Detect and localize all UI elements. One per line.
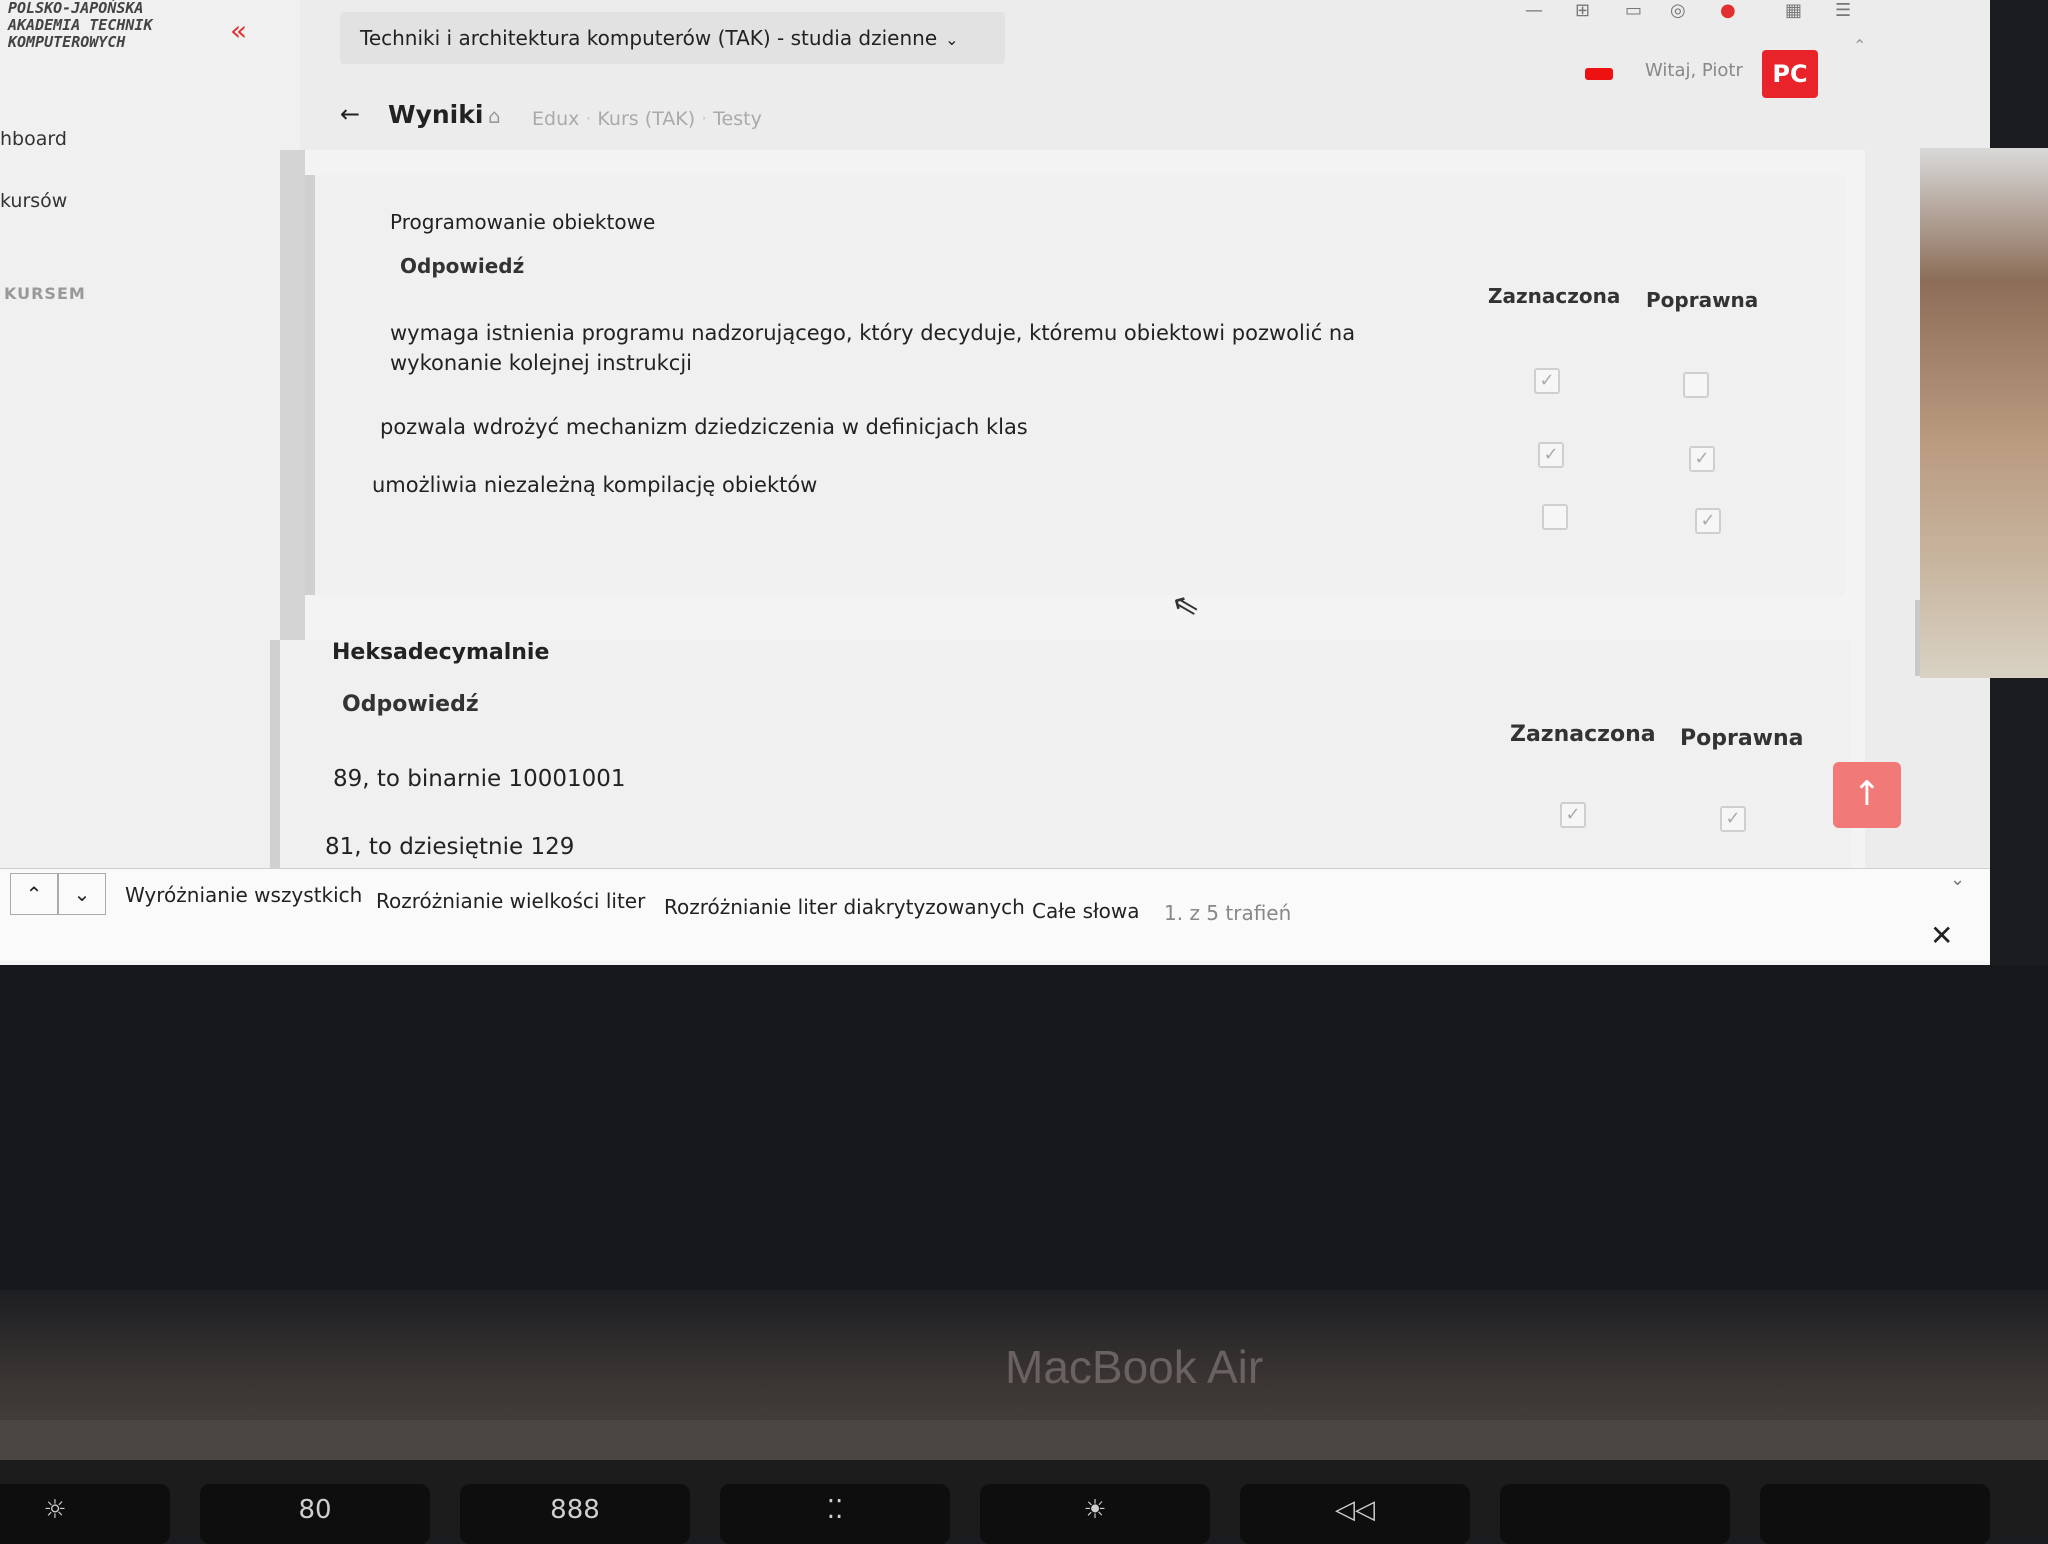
question-card (305, 175, 1845, 595)
answer-text: 89, to binarnie 10001001 (333, 766, 626, 792)
sidebar: POLSKO-JAPOŃSKA AKADEMIA TECHNIK KOMPUTE… (0, 0, 320, 880)
laptop-bezel (0, 965, 2048, 1295)
apps-grid-icon[interactable]: ▦ (1785, 0, 1802, 21)
sidebar-item-dashboard[interactable]: hboard (0, 128, 67, 150)
selected-checkbox: ✓ (1560, 802, 1586, 828)
keyboard-key (1760, 1484, 1990, 1544)
find-bar: ⌃ ⌄ Wyróżnianie wszystkich Rozróżnianie … (0, 868, 1990, 961)
course-select[interactable]: Techniki i architektura komputerów (TAK)… (340, 12, 1005, 64)
chevron-up-icon[interactable]: ⌃ (1853, 36, 1866, 55)
language-flag-icon[interactable] (1585, 68, 1613, 80)
tray-icon[interactable]: ◎ (1670, 0, 1686, 21)
answers-header: Odpowiedź (342, 692, 479, 717)
answer-text: 81, to dziesiętnie 129 (325, 834, 575, 860)
tray-icon[interactable]: ⊞ (1575, 0, 1590, 21)
correct-checkbox (1683, 372, 1709, 398)
keyboard-key: ⁚⁚ (720, 1484, 950, 1544)
keyboard-key: ☼ (0, 1484, 170, 1544)
correct-checkbox: ✓ (1720, 806, 1746, 832)
user-avatar[interactable]: PC (1762, 50, 1818, 98)
whole-words-option[interactable]: Całe słowa (1032, 899, 1140, 923)
user-greeting: Witaj, Piotr (1645, 60, 1743, 81)
breadcrumb-item[interactable]: Testy (713, 108, 762, 130)
keyboard-key (1500, 1484, 1730, 1544)
sidebar-section-label: KURSEM (4, 284, 86, 303)
column-selected-header: Zaznaczona (1488, 284, 1621, 308)
answer-text: pozwala wdrożyć mechanizm dziedziczenia … (380, 415, 1028, 439)
answer-text: umożliwia niezależną kompilację obiektów (372, 473, 818, 497)
match-case-option[interactable]: Rozróżnianie wielkości liter (376, 889, 645, 913)
column-selected-header: Zaznaczona (1510, 722, 1656, 747)
keyboard-key: ☀ (980, 1484, 1210, 1544)
answers-header: Odpowiedź (400, 254, 525, 278)
chevron-down-icon[interactable]: ⌄ (1950, 869, 1965, 890)
selected-checkbox: ✓ (1538, 442, 1564, 468)
page-title: Wyniki (388, 100, 484, 129)
correct-checkbox: ✓ (1695, 508, 1721, 534)
column-correct-header: Poprawna (1680, 726, 1804, 751)
device-brand: MacBook Air (1005, 1341, 1264, 1393)
tray-icon[interactable]: ▭ (1625, 0, 1642, 21)
correct-checkbox: ✓ (1689, 446, 1715, 472)
find-status: 1. z 5 trafień (1164, 901, 1292, 925)
back-arrow-icon[interactable]: ← (340, 100, 360, 128)
browser-screen: POLSKO-JAPOŃSKA AKADEMIA TECHNIK KOMPUTE… (0, 0, 1990, 965)
selected-checkbox (1542, 504, 1568, 530)
find-next-button[interactable]: ⌄ (58, 873, 106, 915)
collapse-sidebar-icon[interactable]: « (230, 14, 247, 47)
breadcrumb-item[interactable]: Kurs (TAK) (597, 108, 695, 130)
keyboard-key: ◁◁ (1240, 1484, 1470, 1544)
keyboard-key: 80 (200, 1484, 430, 1544)
sidebar-item-courses[interactable]: kursów (0, 190, 67, 212)
close-icon[interactable]: ✕ (1930, 919, 1953, 952)
chevron-down-icon: ⌄ (945, 30, 959, 49)
find-previous-button[interactable]: ⌃ (10, 873, 58, 915)
question-title: Programowanie obiektowe (390, 210, 656, 234)
question-title: Heksadecymalnie (332, 640, 550, 665)
home-icon[interactable]: ⌂ (488, 104, 501, 128)
breadcrumb: Edux · Kurs (TAK) · Testy (532, 108, 762, 130)
answer-text: wymaga istnienia programu nadzorującego,… (390, 321, 1356, 375)
match-diacritics-option[interactable]: Rozróżnianie liter diakrytyzowanych (664, 895, 1025, 919)
school-logo[interactable]: POLSKO-JAPOŃSKA AKADEMIA TECHNIK KOMPUTE… (8, 0, 153, 51)
scroll-to-top-button[interactable]: ↑ (1833, 762, 1901, 828)
selected-checkbox: ✓ (1534, 368, 1560, 394)
highlight-all-option[interactable]: Wyróżnianie wszystkich (125, 883, 362, 907)
webcam-overlay (1920, 148, 2048, 678)
menu-icon[interactable]: ☰ (1835, 0, 1851, 21)
tray-icon[interactable]: — (1525, 0, 1543, 21)
tray-icon[interactable]: ● (1720, 0, 1736, 21)
column-correct-header: Poprawna (1646, 288, 1759, 312)
breadcrumb-item[interactable]: Edux (532, 108, 579, 130)
keyboard-key: 888 (460, 1484, 690, 1544)
